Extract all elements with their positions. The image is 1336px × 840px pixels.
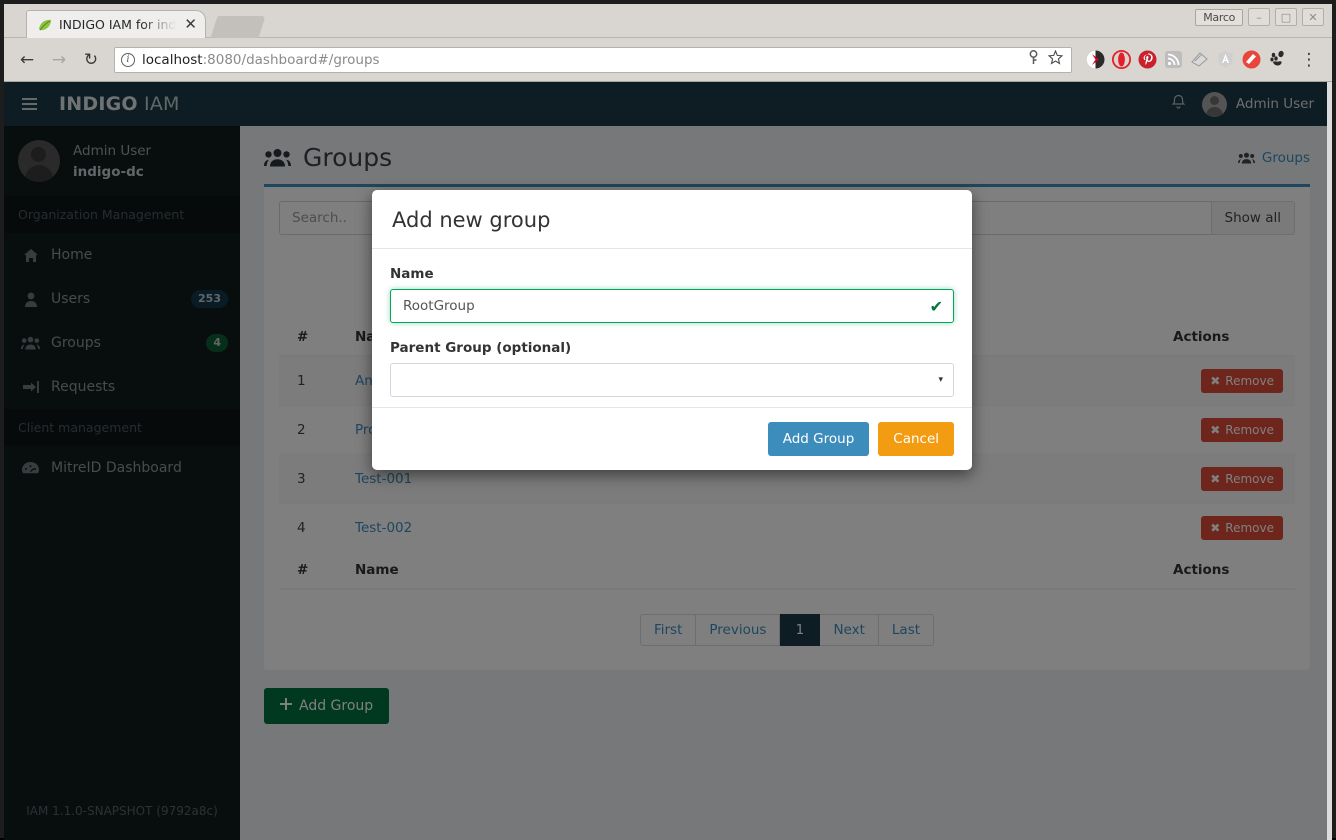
site-info-icon[interactable]: i — [121, 53, 135, 67]
reload-icon[interactable]: ↻ — [76, 45, 106, 75]
opera-icon[interactable] — [1112, 50, 1131, 69]
close-window-icon[interactable]: ✕ — [1302, 8, 1324, 26]
modal-footer: Add Group Cancel — [372, 407, 972, 470]
address-bar-url: localhost:8080/dashboard#/groups — [142, 52, 380, 68]
chevron-down-icon: ▾ — [938, 375, 943, 385]
leaf-icon — [37, 17, 53, 33]
new-tab-button[interactable] — [210, 16, 265, 38]
browser-tab-title: INDIGO IAM for ind — [59, 17, 176, 32]
maximize-icon[interactable]: □ — [1275, 8, 1297, 26]
page-scrollbar[interactable] — [1327, 82, 1332, 840]
back-icon[interactable]: ← — [12, 45, 42, 75]
gnome-icon[interactable] — [1268, 50, 1287, 69]
valid-check-icon: ✔ — [930, 297, 943, 316]
forward-icon[interactable]: → — [44, 45, 74, 75]
parent-group-select[interactable]: ▾ — [390, 363, 954, 397]
browser-titlebar: INDIGO IAM for ind ✕ Marco – □ ✕ — [4, 4, 1332, 38]
rss-icon[interactable] — [1164, 50, 1183, 69]
ghostery-icon[interactable] — [1086, 50, 1105, 69]
address-bar[interactable]: i localhost:8080/dashboard#/groups — [114, 47, 1072, 73]
window-controls: Marco – □ ✕ — [1195, 8, 1324, 26]
pinterest-icon[interactable] — [1138, 50, 1157, 69]
page-viewport: INDIGO IAM Admin User Admin User — [4, 82, 1332, 840]
group-name-input[interactable] — [390, 289, 954, 323]
modal-header: Add new group — [372, 190, 972, 249]
angular-icon[interactable] — [1216, 50, 1235, 69]
modal-add-group-button[interactable]: Add Group — [768, 422, 870, 456]
name-field-label: Name — [390, 266, 954, 282]
bookmark-star-icon[interactable] — [1048, 50, 1063, 69]
redsticker-icon[interactable] — [1242, 50, 1261, 69]
omnibox-actions — [1027, 50, 1065, 69]
feedly-icon[interactable] — [1190, 50, 1209, 69]
modal-title: Add new group — [392, 208, 952, 232]
add-group-modal: Add new group Name ✔ Parent Group (optio… — [372, 190, 972, 470]
url-host: localhost — [142, 52, 203, 68]
extension-toolbar: ⋮ — [1080, 45, 1324, 75]
password-key-icon[interactable] — [1027, 50, 1040, 69]
minimize-icon[interactable]: – — [1248, 8, 1270, 26]
browser-tab[interactable]: INDIGO IAM for ind ✕ — [26, 10, 206, 38]
browser-navbar: ← → ↻ i localhost:8080/dashboard#/groups — [4, 38, 1332, 82]
url-path: :8080/dashboard#/groups — [203, 52, 380, 68]
window-manager-label: Marco — [1195, 9, 1243, 26]
browser-window: INDIGO IAM for ind ✕ Marco – □ ✕ ← → ↻ i… — [0, 0, 1336, 838]
parent-group-label: Parent Group (optional) — [390, 340, 954, 356]
close-icon[interactable]: ✕ — [182, 17, 199, 32]
modal-body: Name ✔ Parent Group (optional) ▾ — [372, 249, 972, 407]
browser-menu-icon[interactable]: ⋮ — [1294, 45, 1324, 75]
name-field-wrap: ✔ — [390, 289, 954, 323]
modal-cancel-button[interactable]: Cancel — [878, 422, 954, 456]
